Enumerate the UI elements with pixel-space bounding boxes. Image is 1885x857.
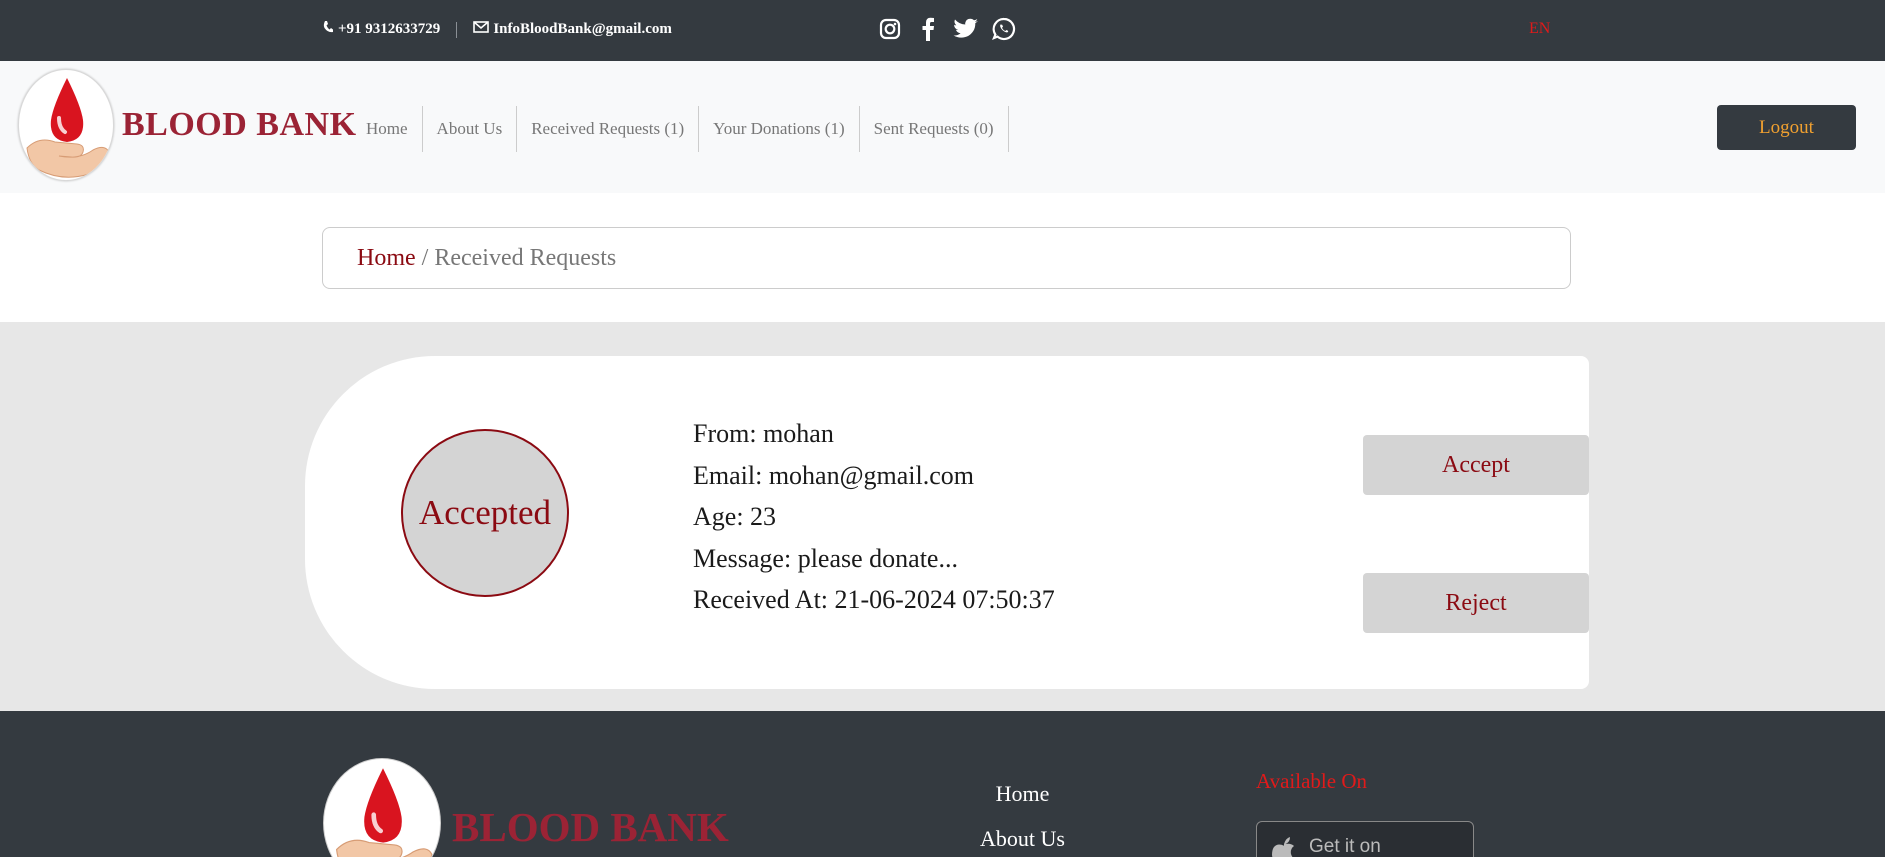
request-email: Email: mohan@gmail.com <box>693 460 974 490</box>
footer: BLOOD BANK Home About Us Available On Ge… <box>0 711 1885 857</box>
breadcrumb-section: Home / Received Requests <box>0 193 1885 322</box>
breadcrumb-home-link[interactable]: Home <box>357 245 416 272</box>
nav-home[interactable]: Home <box>353 106 423 152</box>
request-message: Message: please donate... <box>693 543 958 573</box>
phone-number: +91 9312633729 <box>338 21 441 37</box>
status-badge: Accepted <box>401 429 569 597</box>
phone-icon <box>322 20 334 39</box>
request-age: Age: 23 <box>693 502 777 531</box>
footer-links: Home About Us <box>960 771 1085 857</box>
request-details: From: mohan Email: mohan@gmail.com Age: … <box>693 413 1055 621</box>
blood-bank-logo[interactable] <box>18 69 114 181</box>
email-address: InfoBloodBank@gmail.com <box>493 21 672 37</box>
brand-name[interactable]: BLOOD BANK <box>122 106 357 144</box>
phone-contact[interactable]: +91 9312633729 <box>322 20 440 39</box>
email-contact[interactable]: InfoBloodBank@gmail.com <box>473 21 672 38</box>
accept-button[interactable]: Accept <box>1363 435 1589 495</box>
facebook-icon[interactable] <box>915 16 941 42</box>
reject-button[interactable]: Reject <box>1363 573 1589 633</box>
request-card: Accepted From: mohan Email: mohan@gmail.… <box>305 356 1589 689</box>
instagram-icon[interactable] <box>877 16 903 42</box>
nav-sent-requests[interactable]: Sent Requests (0) <box>860 106 1009 152</box>
footer-link-about-us[interactable]: About Us <box>960 816 1085 857</box>
language-selector[interactable]: EN <box>1529 20 1550 38</box>
footer-link-home[interactable]: Home <box>960 771 1085 816</box>
logout-button[interactable]: Logout <box>1717 105 1856 150</box>
nav-received-requests[interactable]: Received Requests (1) <box>517 106 700 152</box>
nav-links: Home About Us Received Requests (1) Your… <box>353 106 1009 152</box>
available-on-heading: Available On <box>1256 769 1367 793</box>
twitter-icon[interactable] <box>953 16 979 42</box>
main-navbar: BLOOD BANK Home About Us Received Reques… <box>0 61 1885 193</box>
request-received-at: Received At: 21-06-2024 07:50:37 <box>693 585 1055 614</box>
contact-divider <box>456 21 458 38</box>
request-from: From: mohan <box>693 419 834 448</box>
nav-about-us[interactable]: About Us <box>423 106 518 152</box>
footer-logo <box>323 758 441 857</box>
breadcrumb-current: / Received Requests <box>421 244 617 271</box>
store-label: Get it on <box>1309 836 1381 857</box>
nav-your-donations[interactable]: Your Donations (1) <box>699 106 860 152</box>
social-links <box>877 16 1017 42</box>
footer-brand-name: BLOOD BANK <box>452 804 729 850</box>
envelope-icon <box>473 21 490 38</box>
top-bar: +91 9312633729 InfoBloodBank@gmail.com E… <box>0 0 1885 61</box>
apple-icon <box>1271 836 1297 857</box>
contact-info: +91 9312633729 InfoBloodBank@gmail.com <box>322 20 672 39</box>
app-store-badge[interactable]: Get it on <box>1256 821 1474 857</box>
whatsapp-icon[interactable] <box>991 16 1017 42</box>
breadcrumb: Home / Received Requests <box>322 227 1571 289</box>
requests-section: Accepted From: mohan Email: mohan@gmail.… <box>0 322 1885 711</box>
